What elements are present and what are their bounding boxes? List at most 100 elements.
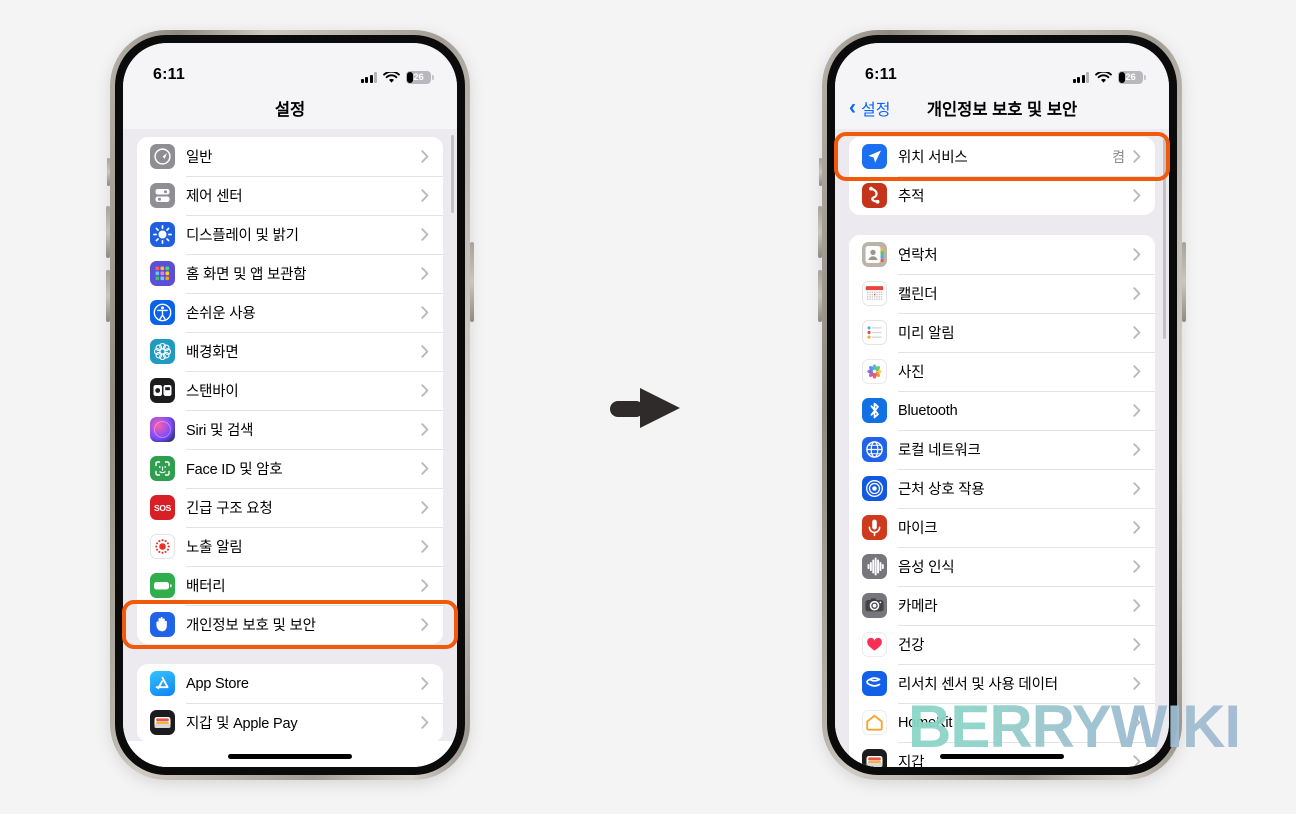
home-indicator-right[interactable] [940,754,1064,759]
chevron-right-icon [419,423,431,436]
list-row-label: 미리 알림 [898,326,955,342]
bluetooth-icon [862,398,887,423]
battery-icon [150,573,175,598]
power-button[interactable] [470,242,474,322]
list-row[interactable]: SOS 긴급 구조 요청 [137,488,443,527]
list-row[interactable]: 연락처 [849,235,1155,274]
list-row-label: 개인정보 보호 및 보안 [186,618,316,634]
list-row-label: Bluetooth [898,402,958,419]
sos-icon: SOS [150,495,175,520]
back-button[interactable]: ‹ 설정 [849,96,890,120]
chevron-right-icon [419,540,431,553]
list-row[interactable]: 제어 센터 [137,176,443,215]
calendar-icon [862,281,887,306]
nearby-interactions-icon [862,476,887,501]
list-row-label: 지갑 및 Apple Pay [186,716,298,732]
chevron-right-icon [1131,326,1143,339]
list-row-label: 스탠바이 [186,384,239,400]
mute-switch[interactable] [107,158,110,186]
list-row-label: Siri 및 검색 [186,423,254,439]
list-row[interactable]: 카메라 [849,586,1155,625]
list-row[interactable]: 홈 화면 및 앱 보관함 [137,254,443,293]
chevron-right-icon [419,345,431,358]
list-row-label: 홈 화면 및 앱 보관함 [186,267,307,283]
right-arrow-icon [610,385,682,436]
health-icon [862,632,887,657]
list-row-label: 사진 [898,365,925,381]
volume-down-button[interactable] [106,270,110,322]
settings-list-left[interactable]: 일반제어 센터디스플레이 및 밝기홈 화면 및 앱 보관함손쉬운 사용 배경화면스… [123,129,457,767]
research-sensor-icon [862,671,887,696]
list-row[interactable]: 캘린더 [849,274,1155,313]
list-row-label: 디스플레이 및 밝기 [186,228,299,244]
list-row[interactable]: Bluetooth [849,391,1155,430]
scrollbar-left[interactable] [451,135,454,213]
list-row[interactable]: 건강 [849,625,1155,664]
volume-down-button-right[interactable] [818,270,822,322]
battery-percent-right: 26 [1125,72,1136,83]
speech-recognition-icon [862,554,887,579]
wifi-icon-right [1095,71,1112,83]
control-center-icon [150,183,175,208]
status-indicators: 26 [360,71,434,84]
status-indicators-right: 26 [1072,71,1146,84]
list-row[interactable]: 추적 [849,176,1155,215]
wallet-icon [862,749,887,767]
microphone-icon [862,515,887,540]
list-row[interactable]: 디스플레이 및 밝기 [137,215,443,254]
chevron-right-icon [1131,150,1143,163]
list-row[interactable]: 근처 상호 작용 [849,469,1155,508]
face-id-icon [150,456,175,481]
phone-right-screen: 6:11 26 ‹ 설정 개인정보 보호 및 보안 위치 서비스 켬 추적 연락… [835,43,1169,767]
list-row[interactable]: HomeKit [849,703,1155,742]
status-clock: 6:11 [153,66,185,83]
list-row-label: 제어 센터 [186,189,243,205]
wifi-icon [383,71,400,83]
list-row-label: 긴급 구조 요청 [186,501,273,517]
home-indicator[interactable] [228,754,352,759]
list-row[interactable]: 위치 서비스 켬 [849,137,1155,176]
chevron-right-icon [419,384,431,397]
list-row[interactable]: Face ID 및 암호 [137,449,443,488]
list-row[interactable]: 개인정보 보호 및 보안 [137,605,443,644]
list-row[interactable]: 로컬 네트워크 [849,430,1155,469]
chevron-right-icon [1131,560,1143,573]
chevron-right-icon [1131,189,1143,202]
battery-icon: 26 [406,71,434,84]
chevron-right-icon [419,228,431,241]
list-row[interactable]: 손쉬운 사용 [137,293,443,332]
list-row-label: 추적 [898,189,925,205]
list-row[interactable]: 사진 [849,352,1155,391]
list-row-label: 일반 [186,150,213,166]
chevron-right-icon [1131,365,1143,378]
list-row[interactable]: 노출 알림 [137,527,443,566]
list-row[interactable]: 음성 인식 [849,547,1155,586]
list-row[interactable]: 리서치 센서 및 사용 데이터 [849,664,1155,703]
list-row-label: App Store [186,675,249,692]
chevron-right-icon [1131,521,1143,534]
scrollbar-right[interactable] [1163,139,1166,339]
volume-up-button-right[interactable] [818,206,822,258]
privacy-list-right[interactable]: 위치 서비스 켬추적연락처 캘린더미리 알림사진 Bluetooth 로컬 네트워크 근처… [835,129,1169,767]
mute-switch-right[interactable] [819,158,822,186]
list-row[interactable]: 배경화면 [137,332,443,371]
list-row-label: 위치 서비스 [898,150,968,166]
status-bar-right: 6:11 26 [835,43,1169,87]
list-row[interactable]: Siri 및 검색 [137,410,443,449]
list-row[interactable]: 스탠바이 [137,371,443,410]
local-network-icon [862,437,887,462]
list-row[interactable]: 일반 [137,137,443,176]
page-title: 설정 [274,101,306,119]
chevron-right-icon [1131,287,1143,300]
list-row[interactable]: 마이크 [849,508,1155,547]
chevron-right-icon [419,306,431,319]
power-button-right[interactable] [1182,242,1186,322]
list-row[interactable]: App Store [137,664,443,703]
list-row[interactable]: 미리 알림 [849,313,1155,352]
phone-left-screen: 6:11 26 설정 일반 제어 센터 디스플레이 및 밝기 홈 화면 및 앱 … [123,43,457,767]
list-row[interactable]: 지갑 및 Apple Pay [137,703,443,742]
chevron-right-icon [1131,248,1143,261]
list-row[interactable]: 배터리 [137,566,443,605]
volume-up-button[interactable] [106,206,110,258]
status-bar-left: 6:11 26 [123,43,457,87]
